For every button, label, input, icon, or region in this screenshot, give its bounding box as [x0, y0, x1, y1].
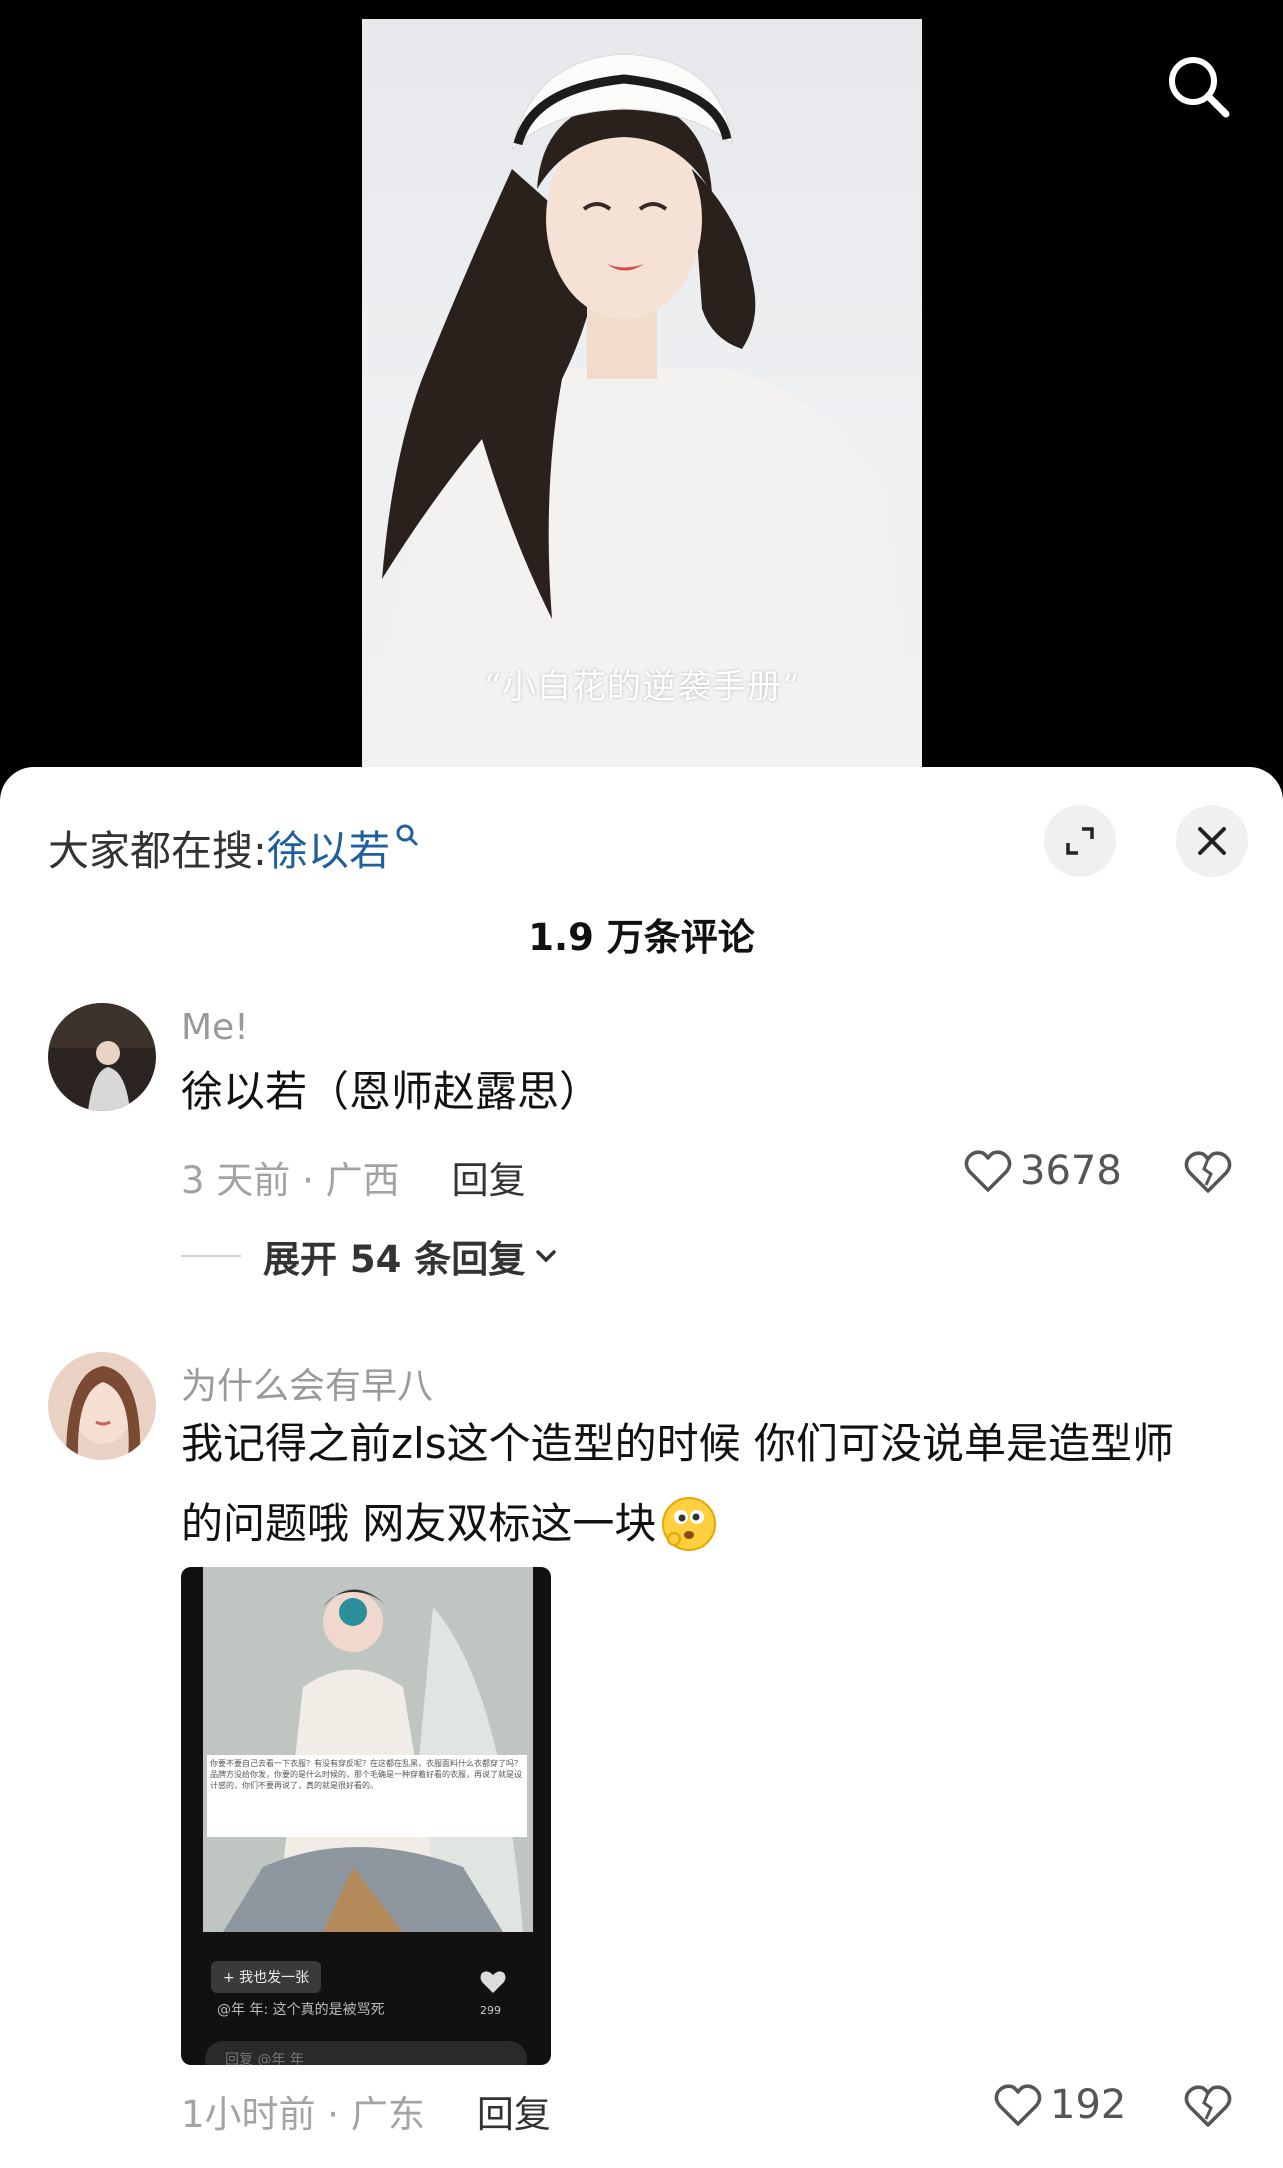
like-count: 192: [1050, 2082, 1127, 2128]
expand-icon: [1066, 827, 1094, 855]
comment-count-title: 1.9 万条评论: [528, 916, 755, 959]
heart-icon: [994, 2084, 1042, 2126]
comment-text-line1: 我记得之前zls这个造型的时候 你们可没说单是造型师: [181, 1419, 1174, 1468]
expand-button[interactable]: [1044, 805, 1116, 877]
comment-username[interactable]: Me!: [181, 1007, 249, 1048]
chevron-down-icon: [536, 1250, 557, 1263]
broken-heart-icon: [1184, 1151, 1232, 1193]
like-count: 3678: [1020, 1148, 1122, 1194]
avatar-image: [48, 1003, 156, 1111]
post-also-button[interactable]: + 我也发一张: [211, 1961, 322, 1993]
image-heart-count: 299: [480, 2004, 501, 2017]
trending-search-bar[interactable]: 大家都在搜: 徐以若: [48, 817, 420, 877]
heart-icon: [964, 1150, 1012, 1192]
comment-text-line2-row: 的问题哦 网友双标这一块: [181, 1484, 718, 1564]
avatar-image: [48, 1352, 156, 1460]
video-frame[interactable]: “小白花的逆袭手册”: [362, 19, 922, 790]
video-caption: “小白花的逆袭手册”: [483, 667, 801, 707]
video-player[interactable]: “小白花的逆袭手册”: [0, 0, 1283, 790]
image-caption: @年 年: 这个真的是被骂死: [217, 2002, 385, 2018]
image-reply-input: 回复 @年 年: [205, 2041, 527, 2065]
close-button[interactable]: [1176, 805, 1248, 877]
comments-sheet: 大家都在搜: 徐以若 1.9 万条评论 Me! 徐以若（恩师赵露思） 3 天前 …: [0, 767, 1283, 2168]
avatar[interactable]: [48, 1003, 156, 1111]
cosplay-figure-image: [203, 1567, 533, 1932]
trending-label: 大家都在搜:: [48, 827, 267, 875]
heart-icon: [480, 1971, 506, 1993]
comment-image[interactable]: 你要不要自己去看一下衣服？有没有穿反呢？在这都在乱黑，衣服面料什么衣都穿了吗？品…: [181, 1567, 551, 2065]
comment-time-location: 1小时前 · 广东: [181, 2093, 425, 2136]
reply-button[interactable]: 回复: [452, 1150, 526, 1204]
comment-image-photo: 你要不要自己去看一下衣服？有没有穿反呢？在这都在乱黑，衣服面料什么衣都穿了吗？品…: [203, 1567, 533, 1932]
emoji-thinking-icon: [662, 1497, 717, 1551]
divider-line: [181, 1255, 241, 1257]
comment-text-line2: 的问题哦 网友双标这一块: [181, 1499, 657, 1548]
search-button[interactable]: [1160, 48, 1236, 124]
expand-replies-label: 展开 54 条回复: [263, 1238, 526, 1281]
broken-heart-icon: [1184, 2085, 1232, 2127]
like-button[interactable]: 192: [994, 2082, 1126, 2128]
comment-time-location: 3 天前 · 广西: [181, 1159, 400, 1202]
comment-meta: 1小时前 · 广东 回复: [181, 2084, 551, 2138]
search-small-icon: [396, 824, 418, 846]
dislike-button[interactable]: [1184, 1149, 1232, 1199]
close-icon: [1198, 827, 1226, 855]
search-icon: [1169, 57, 1230, 118]
comment-text: 徐以若（恩师赵露思）: [181, 1067, 602, 1116]
like-button[interactable]: 3678: [964, 1148, 1122, 1194]
trending-query-link[interactable]: 徐以若: [267, 817, 390, 877]
comment-meta: 3 天前 · 广西 回复: [181, 1150, 526, 1204]
reply-button[interactable]: 回复: [477, 2084, 551, 2138]
comment-username[interactable]: 为什么会有早八: [181, 1357, 433, 1409]
avatar[interactable]: [48, 1352, 156, 1460]
expand-replies-button[interactable]: 展开 54 条回复: [181, 1229, 561, 1283]
comment-image-note: 你要不要自己去看一下衣服？有没有穿反呢？在这都在乱黑，衣服面料什么衣都穿了吗？品…: [207, 1755, 527, 1837]
dislike-button[interactable]: [1184, 2083, 1232, 2133]
